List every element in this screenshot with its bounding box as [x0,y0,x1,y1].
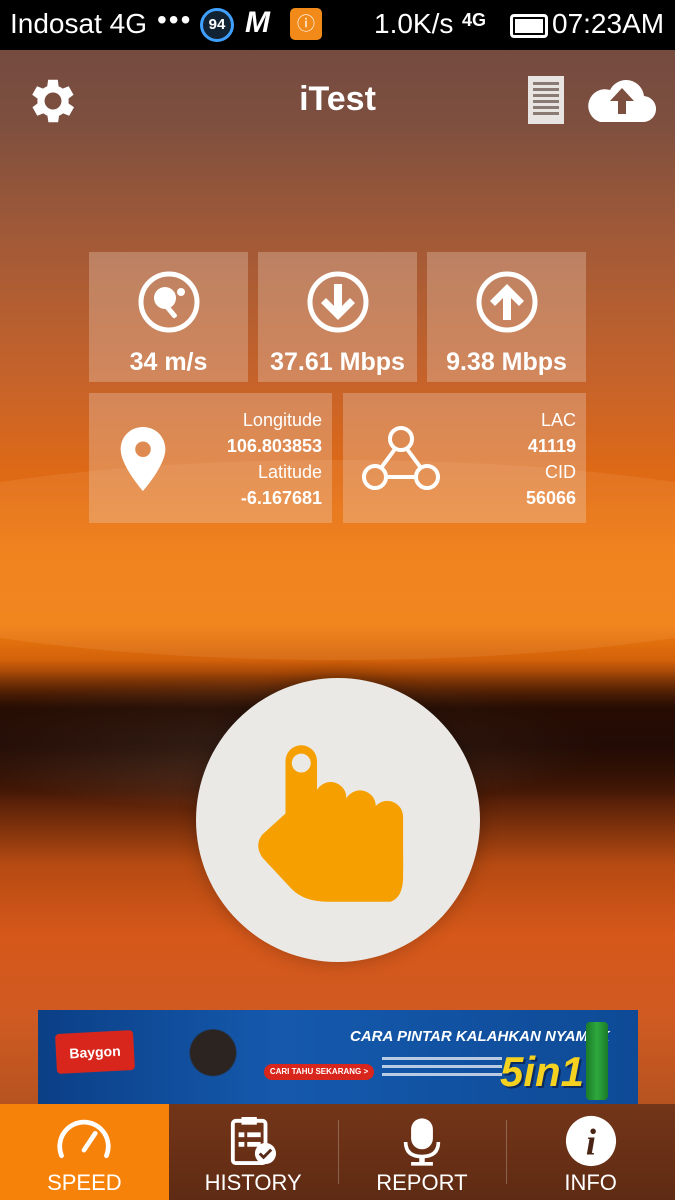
nav-history[interactable]: HISTORY [169,1104,338,1200]
signal-icon: 4G [462,10,487,30]
location-tile: Longitude 106.803853 Latitude -6.167681 [89,393,332,523]
ad-body-text [382,1052,502,1092]
app-screen: Indosat 4G ••• 94 M ⓘ 1.0K/s 4G 07:23AM … [0,0,675,1200]
ad-cta: CARI TAHU SEKARANG > [264,1064,374,1080]
start-test-button[interactable] [196,678,480,962]
clock: 07:23AM [552,8,665,39]
app-bar: iTest [0,50,675,150]
cell-network-icon [362,426,440,490]
longitude-label: Longitude [242,410,322,430]
nav-history-label: HISTORY [204,1170,302,1195]
download-arrow-icon [307,271,369,333]
cell-values: LAC 41119 CID 56066 [526,407,576,511]
m-app-icon: M [245,6,270,39]
ping-tile: 34 m/s [89,252,248,382]
location-pin-icon [120,426,166,492]
nav-info-label: INFO [564,1170,617,1195]
bottom-navigation: SPEED HISTORY REPORT i INFO [0,1104,675,1200]
lac-value: 41119 [527,436,576,456]
nav-speed[interactable]: SPEED [0,1104,169,1200]
more-notifications-icon: ••• [157,4,193,35]
ad-badge: 5in1 [500,1048,585,1095]
nav-info[interactable]: i INFO [506,1104,675,1200]
ad-headline: CARA PINTAR KALAHKAN NYAMUK [350,1028,610,1045]
cid-label: CID [545,462,576,482]
latitude-value: -6.167681 [240,488,322,508]
location-values: Longitude 106.803853 Latitude -6.167681 [227,407,322,511]
nav-divider [338,1120,339,1184]
ping-value: 34 m/s [129,348,208,376]
nav-divider [506,1120,507,1184]
nav-report-label: REPORT [376,1170,468,1195]
notification-app-icon: ⓘ [290,8,322,40]
history-list-icon[interactable] [526,74,566,126]
clipboard-check-icon [231,1117,277,1165]
carrier-label: Indosat 4G [10,8,147,39]
nav-speed-label: SPEED [47,1170,122,1195]
upload-arrow-icon [476,271,538,333]
notification-badge-icon: 94 [200,8,234,42]
svg-text:i: i [586,1122,597,1163]
app-title: iTest [299,80,376,118]
longitude-value: 106.803853 [226,436,322,456]
microphone-icon [403,1118,441,1166]
ad-mascot-image [148,1014,278,1100]
cloud-upload-icon[interactable] [586,76,658,126]
ad-banner[interactable]: Baygon CARA PINTAR KALAHKAN NYAMUK CARI … [38,1010,638,1104]
speedometer-icon [57,1119,111,1159]
info-icon: i [565,1115,616,1167]
ping-pong-icon [138,271,200,333]
cid-value: 56066 [525,488,576,508]
nav-report[interactable]: REPORT [338,1104,507,1200]
latitude-label: Latitude [257,462,322,482]
upload-tile: 9.38 Mbps [427,252,586,382]
battery-icon [510,14,548,38]
network-speed: 1.0K/s [374,8,454,39]
ad-brand-logo: Baygon [55,1029,135,1075]
ad-product-image [586,1022,608,1100]
upload-value: 9.38 Mbps [446,348,567,376]
tap-hand-icon [258,745,404,902]
status-bar: Indosat 4G ••• 94 M ⓘ 1.0K/s 4G 07:23AM [0,0,675,50]
download-tile: 37.61 Mbps [258,252,417,382]
download-value: 37.61 Mbps [270,348,405,376]
cell-tile: LAC 41119 CID 56066 [343,393,586,523]
lac-label: LAC [540,410,576,430]
